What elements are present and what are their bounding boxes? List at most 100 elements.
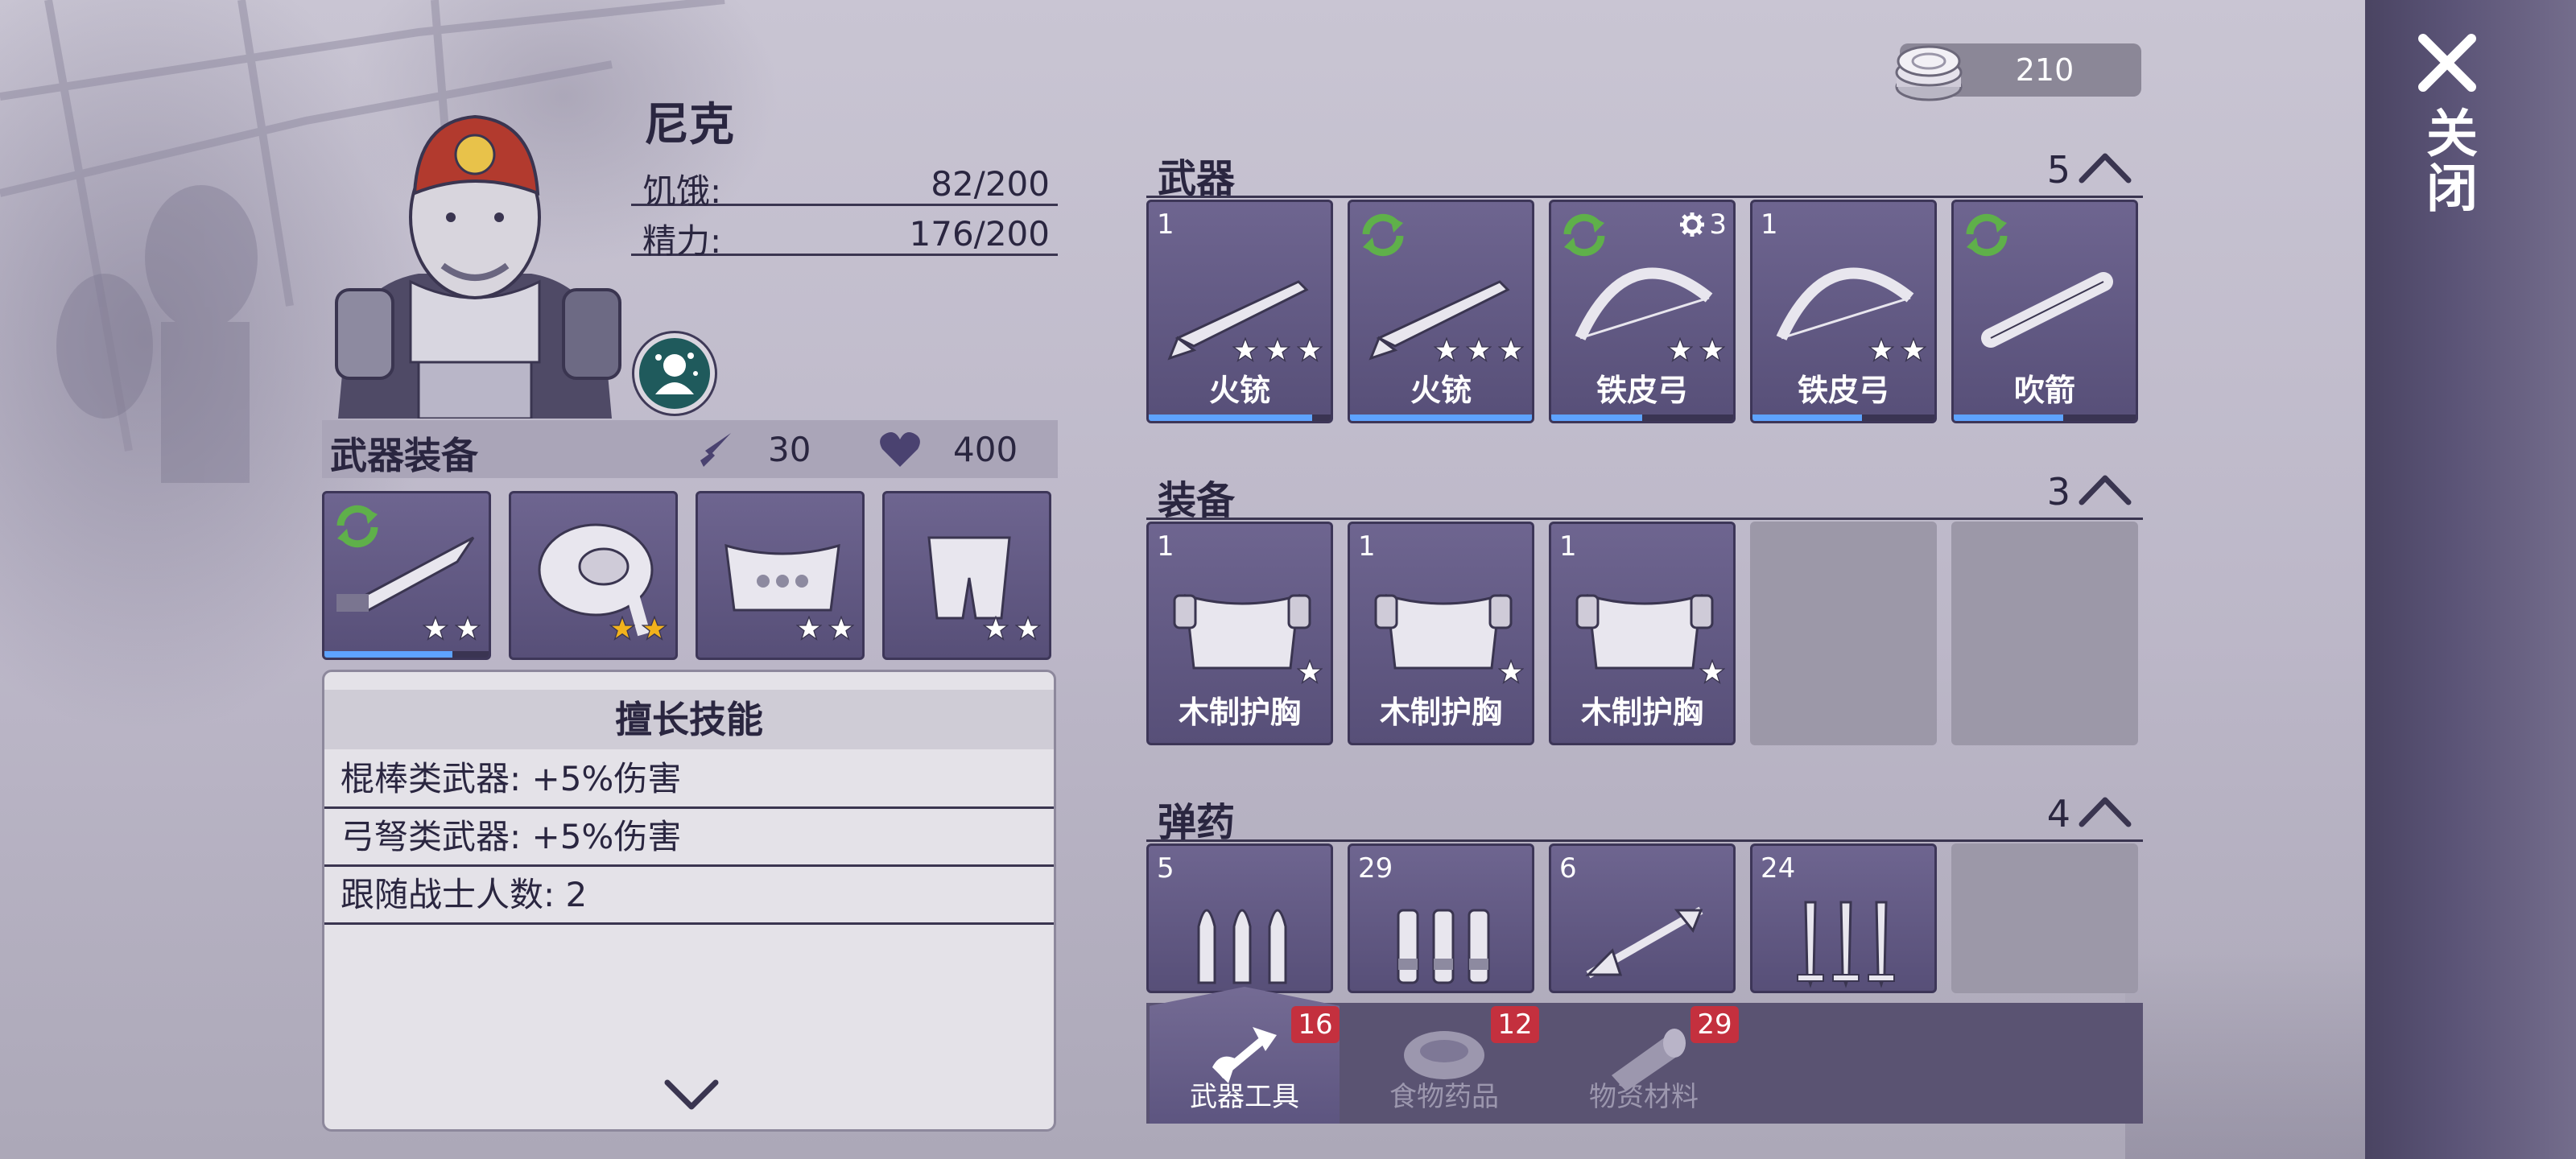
star-icon [1015,616,1041,641]
inventory-item[interactable]: 3 铁皮弓 [1549,200,1736,423]
durability-fill [1350,415,1532,421]
character-name: 尼克 [644,99,734,151]
background-bottom-fog [2125,950,2367,1159]
chevron-down-icon[interactable] [663,1074,720,1115]
hunger-label: 饥饿: [642,171,722,211]
skill-panel: 擅长技能 棍棒类武器: +5%伤害 弓弩类武器: +5%伤害 跟随战士人数: 2 [322,670,1056,1132]
rarity-stars [1868,337,1926,366]
chevron-up-icon[interactable] [2077,792,2133,829]
equipment-title: 武器装备 [330,434,478,477]
inventory-item[interactable]: 6 [1549,843,1736,993]
heart-icon [880,432,920,467]
inventory-item[interactable]: 1 火铳 [1146,200,1333,423]
inventory-item[interactable]: 5 [1146,843,1333,993]
empty-slot [1951,522,2138,745]
tab-log[interactable]: 29 物资材料 [1549,987,1739,1124]
coin-stack-icon [1895,45,1963,101]
equipped-slot-knife[interactable] [322,491,491,660]
tab-meat[interactable]: 12 食物药品 [1349,987,1539,1124]
tab-badge: 12 [1491,1006,1539,1043]
chevron-up-icon[interactable] [2077,470,2133,507]
rarity-stars [1434,337,1524,366]
gear-icon [1680,212,1705,237]
trait-badge[interactable] [634,333,715,414]
refresh-icon [1966,213,2008,257]
star-icon [1498,337,1524,363]
close-button[interactable]: 关闭 [2407,32,2487,241]
item-count: 1 [1761,208,1778,241]
item-name: 火铳 [1410,373,1472,408]
tab-axe-wrench[interactable]: 16 武器工具 [1150,987,1340,1124]
equipped-slot-armor[interactable] [696,491,865,660]
section-title: 弹药 [1158,800,1236,845]
character-portrait[interactable] [322,105,628,419]
item-count: 29 [1358,852,1393,885]
section-count: 5 [2046,148,2070,192]
item-count: 5 [1157,852,1174,885]
equipped-slot-pants[interactable] [882,491,1051,660]
star-icon [1232,337,1258,363]
tab-label: 武器工具 [1190,1081,1299,1113]
bullets-icon [1197,909,1287,984]
inventory-item[interactable]: 1 木制护胸 [1348,522,1534,745]
item-count: 1 [1157,530,1174,563]
inventory-item[interactable]: 1 铁皮弓 [1750,200,1937,423]
follower-icon [655,353,698,394]
item-name: 木制护胸 [1379,695,1502,730]
star-icon [828,616,854,641]
durability-fill [1551,415,1642,421]
section-count: 4 [2046,792,2070,835]
hunger-stat: 饥饿: 82/200 [631,158,1058,211]
star-icon [1434,337,1459,363]
refresh-icon [336,505,378,548]
item-count: 1 [1559,530,1577,563]
upgrade-level-value: 3 [1709,208,1727,241]
star-icon [796,616,822,641]
star-icon [1901,337,1926,363]
rarity-stars [423,616,481,645]
durability-fill [1752,415,1862,421]
skill-row: 弓弩类武器: +5%伤害 [324,809,1054,867]
inventory-item[interactable]: 29 [1348,843,1534,993]
currency-value: 210 [2015,52,2074,88]
health-value: 400 [953,430,1018,469]
hunger-value: 82/200 [931,164,1050,204]
rarity-stars [1498,659,1524,688]
equipped-slot-bandana[interactable] [509,491,678,660]
chevron-up-icon[interactable] [2077,148,2133,185]
item-name: 木制护胸 [1178,695,1301,730]
star-icon [1667,337,1693,363]
durability-fill [1954,415,2063,421]
rarity-stars [1667,337,1725,366]
arrow-icon [1585,906,1703,979]
tab-label: 物资材料 [1589,1081,1699,1113]
star-icon [1498,659,1524,685]
item-name: 木制护胸 [1580,695,1703,730]
rarity-stars [796,616,854,645]
equipment-header: 武器装备 30 400 [322,420,1058,478]
item-count: 1 [1358,530,1376,563]
item-count: 6 [1559,852,1577,885]
star-icon [1868,337,1894,363]
section-header[interactable]: 装备 3 [1146,459,2143,523]
star-icon [455,616,481,641]
item-name: 铁皮弓 [1596,373,1688,408]
inventory-item[interactable]: 1 木制护胸 [1146,522,1333,745]
close-icon [2418,34,2476,92]
refresh-icon [1563,213,1605,257]
inventory-item[interactable]: 1 木制护胸 [1549,522,1736,745]
star-icon [1297,659,1323,685]
star-icon [1699,337,1725,363]
skill-row: 棍棒类武器: +5%伤害 [324,751,1054,809]
close-label: 关闭 [2417,106,2477,216]
item-count: 24 [1761,852,1796,885]
rarity-stars [1699,659,1725,688]
inventory-item[interactable]: 24 [1750,843,1937,993]
energy-label: 精力: [642,221,722,261]
inventory-item[interactable]: 吹箭 [1951,200,2138,423]
inventory-item[interactable]: 火铳 [1348,200,1534,423]
rarity-stars [609,616,667,645]
tab-badge: 16 [1291,1006,1340,1043]
section-header[interactable]: 武器 5 [1146,137,2143,201]
section-header[interactable]: 弹药 4 [1146,781,2143,845]
